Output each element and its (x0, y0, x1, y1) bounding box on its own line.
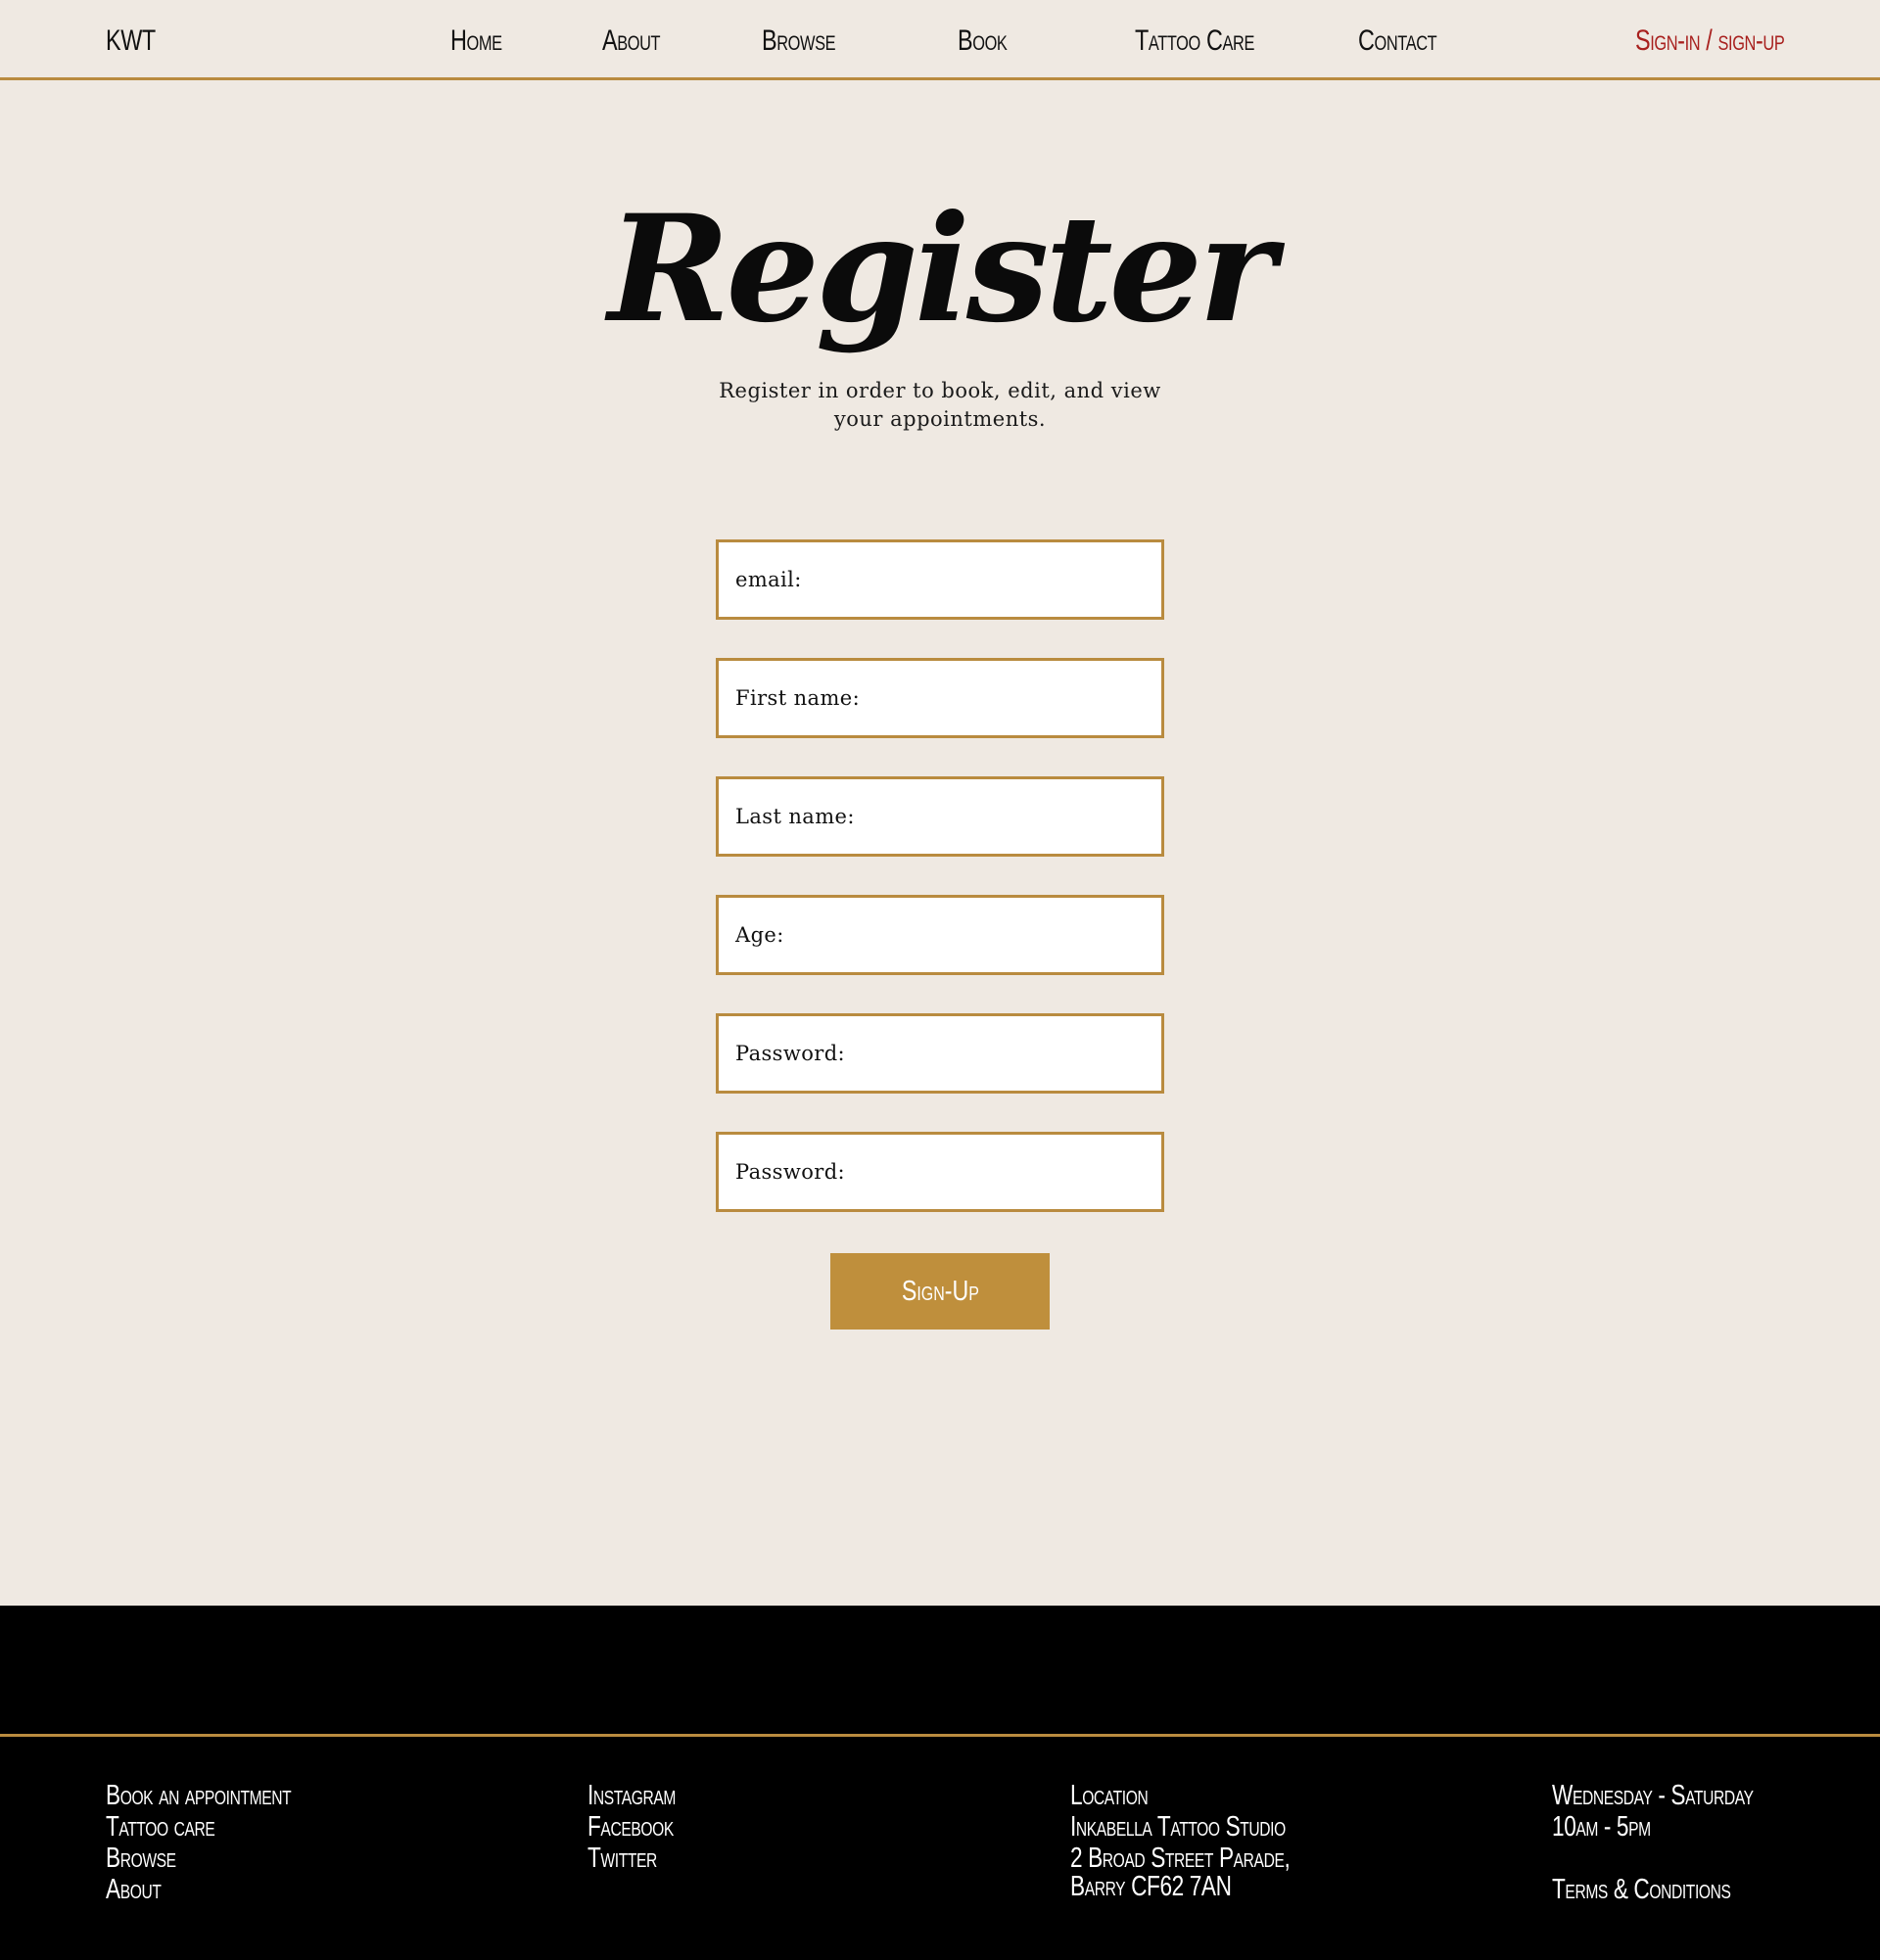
footer-social-column: Instagram Facebook Twitter (588, 1780, 700, 1874)
footer-hours-column: Wednesday - Saturday 10am - 5pm Terms & … (1552, 1780, 1810, 1905)
password-field[interactable]: Password: (716, 1013, 1164, 1094)
nav-contact-link[interactable]: Contact (1358, 23, 1437, 59)
first-name-field-label: First name: (735, 686, 861, 710)
top-navigation: KWT Home About Browse Book Tattoo Care C… (0, 0, 1880, 80)
nav-home-link[interactable]: Home (450, 23, 502, 59)
email-field[interactable]: email: (716, 539, 1164, 620)
footer-book-link[interactable]: Book an appointment (106, 1780, 292, 1811)
password-field-label: Password: (735, 1042, 846, 1065)
sign-up-button-label: Sign-Up (901, 1275, 979, 1307)
footer-browse-link[interactable]: Browse (106, 1843, 291, 1874)
footer-links-column: Book an appointment Tattoo care Browse A… (106, 1780, 344, 1905)
footer-about-link[interactable]: About (106, 1874, 291, 1905)
nav-about-link[interactable]: About (602, 23, 661, 59)
nav-browse-link[interactable]: Browse (762, 23, 836, 59)
footer-spacer (1552, 1843, 1810, 1874)
confirm-password-field-label: Password: (735, 1160, 846, 1184)
age-field[interactable]: Age: (716, 895, 1164, 975)
footer-studio-name: Inkabella Tattoo Studio (1070, 1811, 1286, 1843)
last-name-field[interactable]: Last name: (716, 776, 1164, 857)
footer-address-line1: 2 Broad Street Parade, (1070, 1843, 1291, 1874)
site-footer: Book an appointment Tattoo care Browse A… (0, 1606, 1880, 1960)
footer-location-column: Location Inkabella Tattoo Studio 2 Broad… (1070, 1780, 1352, 1902)
footer-divider (0, 1734, 1880, 1737)
last-name-field-label: Last name: (735, 805, 855, 828)
sign-up-button[interactable]: Sign-Up (830, 1253, 1050, 1330)
nav-signin-signup-link[interactable]: Sign-in / sign-up (1635, 23, 1785, 59)
footer-address-line2: Barry CF62 7AN (1070, 1871, 1232, 1902)
footer-opening-times: 10am - 5pm (1552, 1811, 1651, 1843)
footer-opening-days: Wednesday - Saturday (1552, 1780, 1754, 1811)
brand-logo[interactable]: KWT (106, 23, 156, 59)
confirm-password-field[interactable]: Password: (716, 1132, 1164, 1212)
footer-tattoo-care-link[interactable]: Tattoo care (106, 1811, 291, 1843)
nav-tattoo-care-link[interactable]: Tattoo Care (1135, 23, 1254, 59)
nav-book-link[interactable]: Book (958, 23, 1008, 59)
email-field-label: email: (735, 568, 802, 591)
footer-facebook-link[interactable]: Facebook (588, 1811, 676, 1843)
first-name-field[interactable]: First name: (716, 658, 1164, 738)
footer-terms-link[interactable]: Terms & Conditions (1552, 1874, 1754, 1905)
footer-twitter-link[interactable]: Twitter (588, 1843, 676, 1874)
age-field-label: Age: (735, 923, 784, 947)
footer-instagram-link[interactable]: Instagram (588, 1780, 676, 1811)
page-subtitle: Register in order to book, edit, and vie… (719, 379, 1161, 431)
footer-location-heading: Location (1070, 1780, 1149, 1811)
page-title: Register (607, 183, 1276, 355)
